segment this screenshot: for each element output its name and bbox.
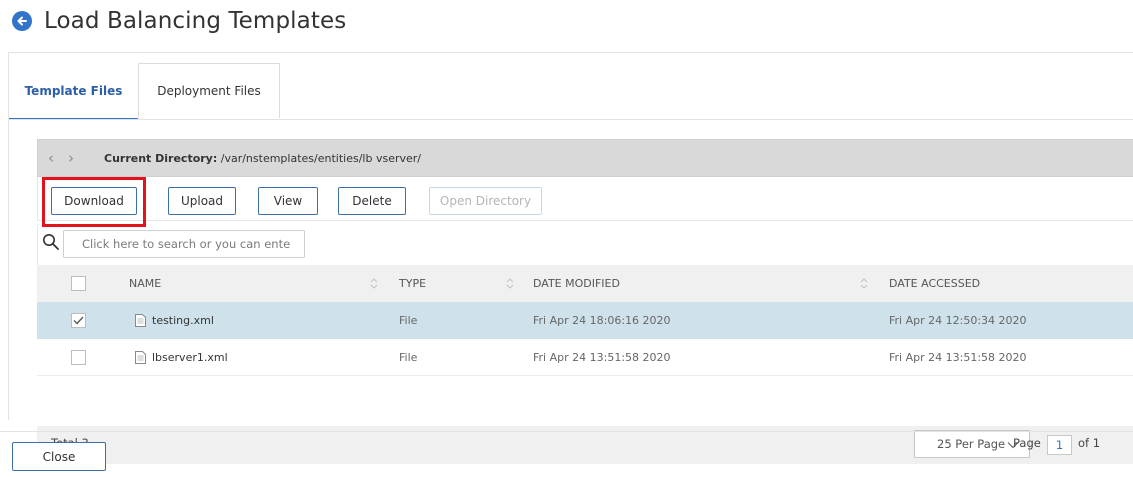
page-label: Page (1013, 436, 1041, 450)
page-header: Load Balancing Templates (12, 6, 346, 36)
file-name[interactable]: testing.xml (152, 314, 214, 327)
tab-divider (9, 119, 1133, 120)
file-icon (135, 314, 146, 327)
search-row (37, 225, 1133, 265)
upload-button[interactable]: Upload (168, 187, 236, 215)
table-row[interactable]: lbserver1.xml File Fri Apr 24 13:51:58 2… (37, 339, 1133, 376)
page-total: of 1 (1078, 436, 1101, 450)
file-type: File (399, 314, 418, 327)
checkmark-icon (73, 316, 84, 325)
row-checkbox[interactable] (71, 350, 86, 365)
file-type: File (399, 351, 418, 364)
table-row[interactable]: testing.xml File Fri Apr 24 18:06:16 202… (37, 302, 1133, 339)
column-header-type[interactable]: TYPE (399, 265, 426, 302)
file-toolbar: Download Upload View Delete Open Directo… (37, 177, 1133, 227)
tab-bar: Template Files Deployment Files (9, 63, 280, 120)
directory-bar: ‹ › Current Directory: /var/nstemplates/… (37, 139, 1133, 177)
row-checkbox[interactable] (71, 313, 86, 328)
download-button[interactable]: Download (51, 187, 137, 215)
close-button[interactable]: Close (12, 442, 106, 471)
current-directory: Current Directory: /var/nstemplates/enti… (104, 152, 421, 165)
tab-deployment-files[interactable]: Deployment Files (138, 63, 280, 118)
search-icon (43, 234, 59, 250)
sort-icon[interactable] (506, 278, 514, 289)
date-accessed: Fri Apr 24 13:51:58 2020 (889, 351, 1027, 364)
sort-icon[interactable] (370, 278, 378, 289)
content-panel: Template Files Deployment Files ‹ › Curr… (8, 52, 1133, 464)
search-input[interactable] (63, 230, 305, 258)
date-modified: Fri Apr 24 18:06:16 2020 (533, 314, 671, 327)
sort-icon[interactable] (860, 278, 868, 289)
date-modified: Fri Apr 24 13:51:58 2020 (533, 351, 671, 364)
select-all-checkbox[interactable] (71, 276, 86, 291)
page-title: Load Balancing Templates (44, 8, 347, 34)
current-directory-path: /var/nstemplates/entities/lb vserver/ (220, 151, 421, 165)
column-header-date-accessed[interactable]: DATE ACCESSED (889, 265, 980, 302)
file-name[interactable]: lbserver1.xml (152, 351, 228, 364)
table-header-row: NAME TYPE DATE MODIFIED DATE ACCESSED (37, 265, 1133, 302)
forward-chevron-icon[interactable]: › (64, 149, 78, 167)
view-button[interactable]: View (258, 187, 318, 215)
tab-template-files[interactable]: Template Files (9, 63, 138, 120)
delete-button[interactable]: Delete (338, 187, 406, 215)
footer-divider (0, 431, 1133, 432)
open-directory-button[interactable]: Open Directory (429, 187, 542, 215)
current-directory-label: Current Directory: (104, 151, 218, 165)
file-icon (135, 351, 146, 364)
date-accessed: Fri Apr 24 12:50:34 2020 (889, 314, 1027, 327)
back-chevron-icon[interactable]: ‹ (44, 149, 58, 167)
back-arrow-icon[interactable] (12, 11, 32, 31)
per-page-value: 25 Per Page (937, 437, 1006, 451)
page-number-input[interactable] (1047, 435, 1072, 455)
column-header-date-modified[interactable]: DATE MODIFIED (533, 265, 620, 302)
column-header-name[interactable]: NAME (129, 265, 161, 302)
